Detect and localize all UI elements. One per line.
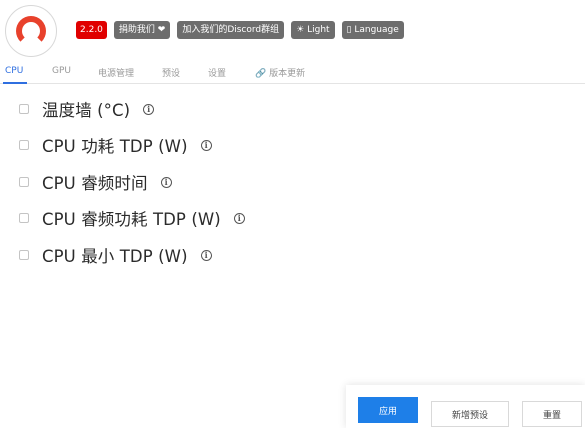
tab-cpu[interactable]: CPU bbox=[5, 66, 23, 76]
temperature-limit-checkbox[interactable] bbox=[19, 104, 29, 114]
tab-settings[interactable]: 设置 bbox=[208, 66, 226, 79]
setting-label: CPU 最小 TDP (W) bbox=[42, 247, 188, 266]
boost-time-checkbox[interactable] bbox=[19, 177, 29, 187]
donate-button[interactable]: 捐助我们 ❤ bbox=[113, 21, 171, 39]
setting-label: CPU 睿频时间 bbox=[42, 174, 148, 193]
tab-gpu[interactable]: GPU bbox=[52, 66, 71, 76]
info-icon[interactable]: i bbox=[160, 176, 172, 188]
info-icon[interactable]: i bbox=[200, 249, 212, 261]
setting-label: 温度墙 (°C) bbox=[42, 101, 131, 120]
info-icon[interactable]: i bbox=[143, 103, 155, 115]
setting-min-tdp: CPU 最小 TDP (W) i bbox=[19, 244, 212, 266]
setting-label: CPU 功耗 TDP (W) bbox=[42, 137, 188, 156]
save-preset-button[interactable]: 新增预设 bbox=[431, 401, 509, 427]
tab-bar: CPU GPU 电源管理 预设 设置 🔗 版本更新 bbox=[0, 62, 585, 84]
discord-button[interactable]: 加入我们的Discord群组 bbox=[177, 21, 285, 39]
version-badge: 2.2.0 bbox=[76, 21, 107, 39]
tab-updates[interactable]: 🔗 版本更新 bbox=[255, 66, 305, 79]
active-tab-indicator bbox=[3, 82, 27, 84]
setting-temperature-limit: 温度墙 (°C) i bbox=[19, 98, 155, 120]
info-icon[interactable]: i bbox=[233, 212, 245, 224]
setting-cpu-tdp: CPU 功耗 TDP (W) i bbox=[19, 134, 212, 156]
tab-power[interactable]: 电源管理 bbox=[98, 66, 134, 79]
app-header: 2.2.0 捐助我们 ❤ 加入我们的Discord群组 ☀ Light ▯ La… bbox=[0, 0, 585, 62]
apply-button[interactable]: 应用 bbox=[358, 397, 418, 423]
info-icon[interactable]: i bbox=[200, 139, 212, 151]
setting-boost-tdp: CPU 睿频功耗 TDP (W) i bbox=[19, 207, 245, 229]
boost-tdp-checkbox[interactable] bbox=[19, 213, 29, 223]
header-badges: 2.2.0 捐助我们 ❤ 加入我们的Discord群组 ☀ Light ▯ La… bbox=[76, 21, 404, 39]
cpu-tdp-checkbox[interactable] bbox=[19, 140, 29, 150]
language-button[interactable]: ▯ Language bbox=[341, 21, 404, 39]
reset-button[interactable]: 重置 bbox=[522, 401, 582, 427]
theme-toggle-button[interactable]: ☀ Light bbox=[291, 21, 335, 39]
tab-presets[interactable]: 预设 bbox=[162, 66, 180, 79]
setting-boost-time: CPU 睿频时间 i bbox=[19, 171, 172, 193]
app-logo bbox=[5, 5, 57, 57]
min-tdp-checkbox[interactable] bbox=[19, 250, 29, 260]
logo-ring-icon bbox=[16, 16, 46, 46]
setting-label: CPU 睿频功耗 TDP (W) bbox=[42, 210, 221, 229]
